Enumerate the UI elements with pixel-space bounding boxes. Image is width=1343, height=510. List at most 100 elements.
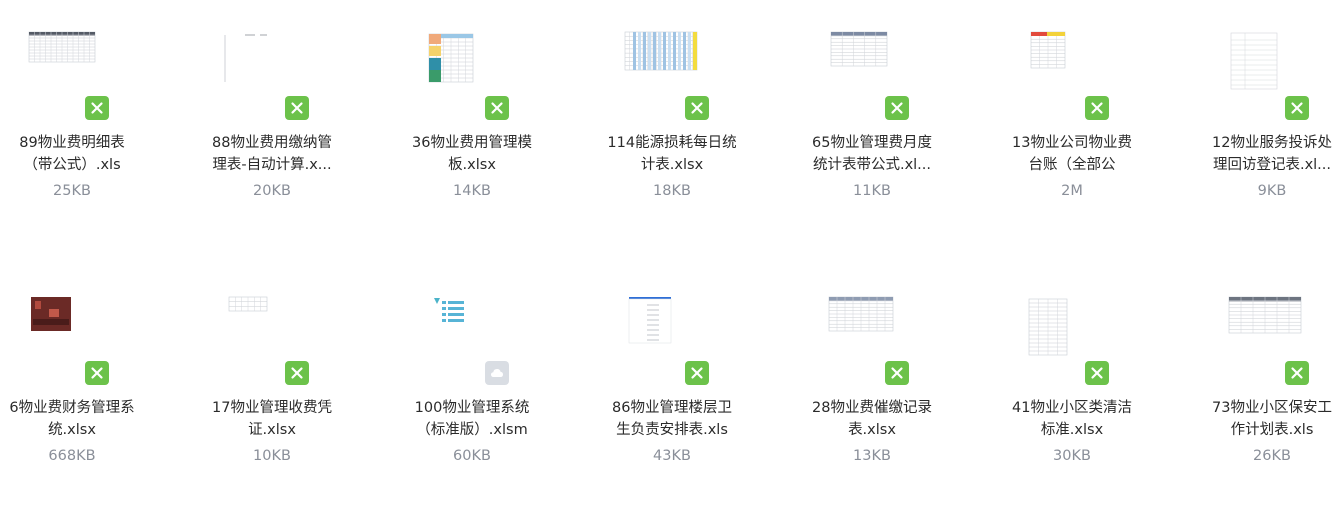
- file-name: 86物业管理楼层卫 生负责安排表.xls: [597, 397, 747, 441]
- file-size: 25KB: [53, 183, 91, 199]
- file-thumbnail: [1015, 10, 1135, 122]
- excel-x-icon: [685, 96, 709, 120]
- file-thumbnail: [15, 10, 135, 122]
- file-thumbnail: [815, 275, 935, 387]
- excel-x-icon: [1085, 361, 1109, 385]
- file-thumbnail-image: [1030, 31, 1066, 69]
- file-thumbnail: [415, 275, 535, 387]
- file-name: 73物业小区保安工 作计划表.xls: [1197, 397, 1343, 441]
- file-name-line: 台账（全部公: [1028, 157, 1116, 173]
- file-name: 6物业费财务管理系 统.xlsx: [0, 397, 147, 441]
- file-name: 36物业费用管理模 板.xlsx: [397, 132, 547, 176]
- file-name-line: 17物业管理收费凭: [212, 400, 332, 416]
- excel-x-icon: [1285, 96, 1309, 120]
- file-name-line: 65物业管理费月度: [812, 135, 932, 151]
- file-name-line: （标准版）.xlsm: [416, 422, 528, 438]
- file-item[interactable]: 65物业管理费月度 统计表带公式.xl... 11KB: [797, 10, 947, 210]
- excel-x-icon: [85, 96, 109, 120]
- excel-x-icon: [1085, 96, 1109, 120]
- file-size: 13KB: [853, 448, 891, 464]
- file-name-line: 作计划表.xls: [1230, 422, 1314, 438]
- file-name-line: 114能源损耗每日统: [607, 135, 737, 151]
- file-item[interactable]: 86物业管理楼层卫 生负责安排表.xls 43KB: [597, 275, 747, 475]
- file-name-line: （带公式）.xls: [23, 157, 121, 173]
- file-name-line: 12物业服务投诉处: [1212, 135, 1332, 151]
- file-name: 12物业服务投诉处 理回访登记表.xl...: [1197, 132, 1343, 176]
- file-name: 89物业费明细表 （带公式）.xls: [0, 132, 147, 176]
- file-name: 114能源损耗每日统 计表.xlsx: [597, 132, 747, 176]
- file-name-line: 73物业小区保安工: [1212, 400, 1332, 416]
- file-name: 17物业管理收费凭 证.xlsx: [197, 397, 347, 441]
- file-name: 88物业费用缴纳管 理表-自动计算.x...: [197, 132, 347, 176]
- file-thumbnail-image: [31, 297, 71, 331]
- file-thumbnail: [15, 275, 135, 387]
- file-size: 18KB: [653, 183, 691, 199]
- excel-x-icon: [885, 361, 909, 385]
- file-name: 13物业公司物业费 台账（全部公: [997, 132, 1147, 176]
- file-item[interactable]: 114能源损耗每日统 计表.xlsx 18KB: [597, 10, 747, 210]
- file-thumbnail: [815, 10, 935, 122]
- excel-x-icon: [1285, 361, 1309, 385]
- file-item[interactable]: 73物业小区保安工 作计划表.xls 26KB: [1197, 275, 1343, 475]
- file-thumbnail-image: [428, 33, 474, 83]
- file-thumbnail: [1015, 275, 1135, 387]
- file-thumbnail-image: [434, 298, 464, 322]
- file-item[interactable]: 13物业公司物业费 台账（全部公 2M: [997, 10, 1147, 210]
- file-name-line: 86物业管理楼层卫: [612, 400, 732, 416]
- file-size: 9KB: [1257, 183, 1287, 199]
- file-thumbnail-image: [830, 31, 888, 67]
- file-item[interactable]: 41物业小区类清洁 标准.xlsx 30KB: [997, 275, 1147, 475]
- file-thumbnail-image: [28, 31, 96, 63]
- excel-x-icon: [285, 96, 309, 120]
- file-name: 28物业费催缴记录 表.xlsx: [797, 397, 947, 441]
- excel-x-icon: [285, 361, 309, 385]
- file-size: 2M: [1061, 183, 1083, 199]
- file-name-line: 板.xlsx: [448, 157, 496, 173]
- file-name-line: 证.xlsx: [248, 422, 296, 438]
- file-thumbnail: [1215, 275, 1335, 387]
- file-thumbnail: [615, 275, 735, 387]
- file-name-line: 89物业费明细表: [19, 135, 125, 151]
- file-size: 11KB: [853, 183, 891, 199]
- file-item[interactable]: 88物业费用缴纳管 理表-自动计算.x... 20KB: [197, 10, 347, 210]
- file-thumbnail: [615, 10, 735, 122]
- file-size: 60KB: [453, 448, 491, 464]
- file-name-line: 28物业费催缴记录: [812, 400, 932, 416]
- file-size: 30KB: [1053, 448, 1091, 464]
- file-name-line: 13物业公司物业费: [1012, 135, 1132, 151]
- file-thumbnail: [415, 10, 535, 122]
- file-size: 43KB: [653, 448, 691, 464]
- file-thumbnail: [215, 275, 335, 387]
- file-thumbnail-image: [228, 296, 268, 312]
- file-name: 41物业小区类清洁 标准.xlsx: [997, 397, 1147, 441]
- file-thumbnail-image: [1228, 296, 1302, 334]
- file-name-line: 生负责安排表.xls: [616, 422, 728, 438]
- excel-x-icon: [485, 96, 509, 120]
- file-item[interactable]: 12物业服务投诉处 理回访登记表.xl... 9KB: [1197, 10, 1343, 210]
- file-name-line: 标准.xlsx: [1040, 422, 1104, 438]
- file-size: 26KB: [1253, 448, 1291, 464]
- file-thumbnail: [1215, 10, 1335, 122]
- file-size: 20KB: [253, 183, 291, 199]
- file-item[interactable]: 28物业费催缴记录 表.xlsx 13KB: [797, 275, 947, 475]
- excel-x-icon: [885, 96, 909, 120]
- file-item[interactable]: 17物业管理收费凭 证.xlsx 10KB: [197, 275, 347, 475]
- file-name-line: 41物业小区类清洁: [1012, 400, 1132, 416]
- file-name-line: 36物业费用管理模: [412, 135, 532, 151]
- file-size: 668KB: [48, 448, 96, 464]
- file-thumbnail-image: [624, 31, 698, 71]
- file-thumbnail-image: [1028, 298, 1068, 356]
- file-name-line: 理回访登记表.xl...: [1212, 157, 1332, 173]
- file-thumbnail-image: [828, 296, 894, 332]
- excel-x-icon: [685, 361, 709, 385]
- file-item[interactable]: 89物业费明细表 （带公式）.xls 25KB: [0, 10, 147, 210]
- file-item[interactable]: 100物业管理系统 （标准版）.xlsm 60KB: [397, 275, 547, 475]
- file-name-line: 计表.xlsx: [640, 157, 704, 173]
- file-size: 14KB: [453, 183, 491, 199]
- file-name-line: 100物业管理系统: [414, 400, 530, 416]
- file-name-line: 统计表带公式.xl...: [812, 157, 932, 173]
- file-item[interactable]: 6物业费财务管理系 统.xlsx 668KB: [0, 275, 147, 475]
- file-thumbnail-image: [1230, 32, 1278, 90]
- file-item[interactable]: 36物业费用管理模 板.xlsx 14KB: [397, 10, 547, 210]
- file-name: 65物业管理费月度 统计表带公式.xl...: [797, 132, 947, 176]
